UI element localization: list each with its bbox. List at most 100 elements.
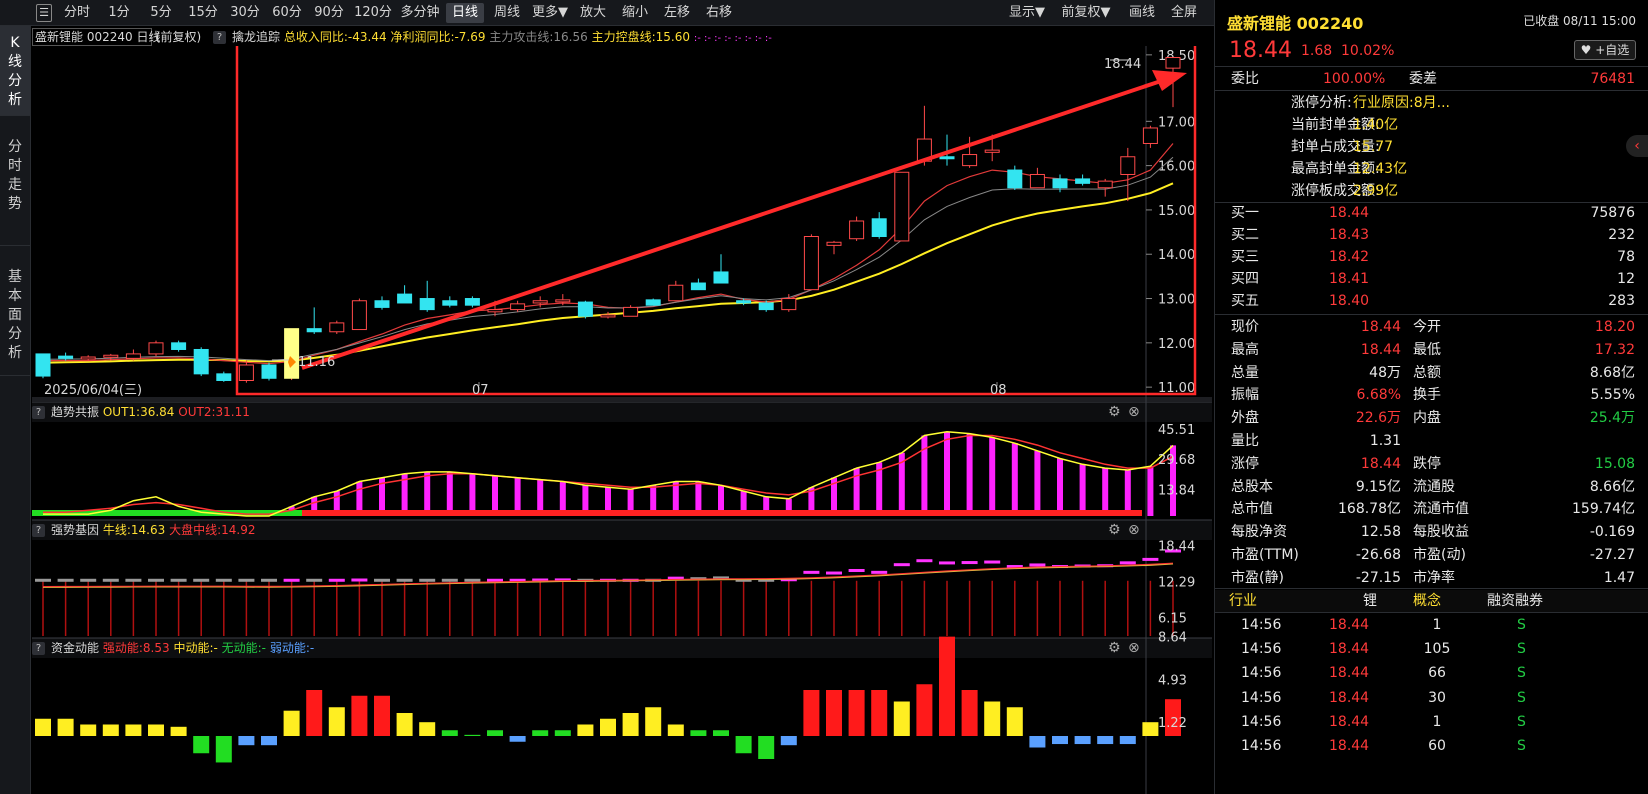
help-icon[interactable]: ?	[32, 642, 45, 655]
candle	[939, 156, 955, 160]
stat-value: -0.169	[1589, 524, 1635, 541]
stat-label: 外盘	[1231, 410, 1259, 427]
toolbar-button[interactable]: 前复权▼	[1056, 3, 1116, 23]
fund-bar	[600, 718, 616, 736]
strong-panel-header: ? 强势基因 牛线:14.63 大盘中线:14.92	[32, 520, 1212, 540]
limit-info-value: 1.40亿	[1353, 117, 1399, 133]
period-button[interactable]: 缩小	[616, 3, 654, 23]
stat-row: 总股本 9.15亿 流通股 8.66亿	[1215, 476, 1648, 498]
period-button[interactable]: 更多▼	[530, 3, 570, 23]
tick-row: 14:56 18.44 1 S	[1215, 614, 1648, 636]
candle	[984, 149, 1000, 153]
tick-price: 18.44	[1329, 665, 1370, 682]
toolbar-button[interactable]: 全屏	[1166, 3, 1202, 23]
tick-time: 14:56	[1241, 665, 1282, 682]
tick-price: 18.44	[1329, 738, 1370, 754]
candle	[148, 342, 164, 355]
add-watchlist-button[interactable]: ♥ +自选	[1574, 40, 1636, 60]
tick-price: 18.44	[1329, 617, 1370, 633]
strong-mark	[35, 578, 51, 582]
period-button[interactable]: 右移	[700, 3, 738, 23]
settings-icon[interactable]: ⚙	[1108, 640, 1121, 656]
bid-row[interactable]: 买四 18.41 12	[1215, 268, 1648, 290]
strong-mark	[80, 578, 97, 582]
bid-row[interactable]: 买五 18.40 283	[1215, 290, 1648, 312]
tab-margin[interactable]: 融资融券	[1487, 590, 1543, 612]
strong-mark	[328, 578, 345, 582]
tab-industry[interactable]: 行业	[1229, 590, 1257, 612]
period-button[interactable]: 30分	[226, 3, 264, 23]
tick-volume: 1	[1432, 617, 1442, 633]
settings-icon[interactable]: ⚙	[1108, 404, 1121, 420]
expand-icon[interactable]: ‹	[1626, 135, 1648, 157]
stat-row: 每股净资 12.58 每股收益 -0.169	[1215, 521, 1648, 543]
period-button[interactable]: 15分	[184, 3, 222, 23]
period-button[interactable]: 多分钟	[398, 3, 442, 23]
tab-intraday[interactable]: 分时走势	[0, 116, 30, 246]
stat-value: 17.32	[1594, 341, 1635, 358]
close-icon[interactable]: ⊗	[1128, 640, 1140, 656]
strong-mark	[419, 578, 436, 582]
candle	[374, 300, 390, 308]
toolbar-button[interactable]: 画线	[1124, 3, 1160, 23]
stat-value: 1.47	[1603, 569, 1635, 586]
candle	[58, 355, 74, 359]
limit-info-row: 当前封单金额: 1.40亿	[1215, 114, 1648, 136]
period-button[interactable]: 120分	[352, 3, 394, 23]
period-button[interactable]: 1分	[100, 3, 138, 23]
bid-row[interactable]: 买三 18.42 78	[1215, 246, 1648, 268]
fund-bar	[554, 730, 571, 736]
period-button[interactable]: 90分	[310, 3, 348, 23]
collapse-icon[interactable]: ☰	[36, 4, 52, 22]
fund-bar	[464, 734, 481, 736]
period-button[interactable]: 左移	[658, 3, 696, 23]
tab-concept[interactable]: 概念	[1413, 590, 1441, 612]
stat-value: 8.68亿	[1589, 364, 1635, 381]
strong-mark	[125, 578, 142, 582]
bid-volume: 12	[1617, 271, 1635, 287]
help-icon[interactable]: ?	[213, 31, 227, 44]
tab-fundamental-label: 基本面分析	[8, 269, 22, 361]
settings-icon[interactable]: ⚙	[1108, 522, 1121, 538]
fund-bar	[667, 724, 684, 736]
period-button[interactable]: 周线	[488, 3, 526, 23]
trend-bar	[944, 431, 950, 516]
candle	[238, 364, 254, 381]
fund-bar	[351, 695, 368, 736]
candle	[577, 301, 593, 317]
candle	[1075, 178, 1091, 184]
fund-bar	[238, 736, 255, 746]
fund-panel-header: ? 资金动能 强动能:8.53 中动能:- 无动能:- 弱动能:-	[32, 638, 1212, 658]
tab-fundamental[interactable]: 基本面分析	[0, 246, 30, 376]
bid-row[interactable]: 买一 18.44 75876	[1215, 202, 1648, 224]
period-button[interactable]: 日线	[446, 3, 484, 23]
period-button[interactable]: 60分	[268, 3, 306, 23]
strong-mark	[916, 559, 933, 563]
fund-bar	[1074, 736, 1091, 745]
stat-label: 每股收益	[1413, 524, 1469, 541]
stat-label: 总量	[1231, 364, 1259, 381]
period-button[interactable]: 放大	[574, 3, 612, 23]
help-icon[interactable]: ?	[32, 406, 45, 419]
period-button[interactable]: 分时	[58, 3, 96, 23]
stat-label: 总额	[1413, 364, 1441, 381]
candle	[1029, 173, 1045, 189]
stat-label: 内盘	[1413, 410, 1441, 427]
stat-label: 每股净资	[1231, 524, 1287, 541]
help-icon[interactable]: ?	[32, 524, 45, 537]
trend-bar	[446, 471, 453, 516]
trend-axis-label: 45.51	[1158, 423, 1195, 438]
tab-lithium[interactable]: 锂	[1363, 590, 1377, 612]
tab-kline-label: K线分析	[8, 35, 22, 108]
close-icon[interactable]: ⊗	[1128, 522, 1140, 538]
toolbar-button[interactable]: 显示▼	[1002, 3, 1052, 23]
strong-mark	[283, 578, 300, 582]
bid-row[interactable]: 买二 18.43 232	[1215, 224, 1648, 246]
candle	[261, 364, 277, 379]
stat-label: 量比	[1231, 433, 1259, 449]
period-button[interactable]: 5分	[142, 3, 180, 23]
stat-label: 市盈(TTM)	[1231, 547, 1299, 563]
close-icon[interactable]: ⊗	[1128, 404, 1140, 420]
adjust-label: (前复权)	[155, 30, 202, 44]
tab-kline[interactable]: K线分析	[0, 26, 30, 116]
